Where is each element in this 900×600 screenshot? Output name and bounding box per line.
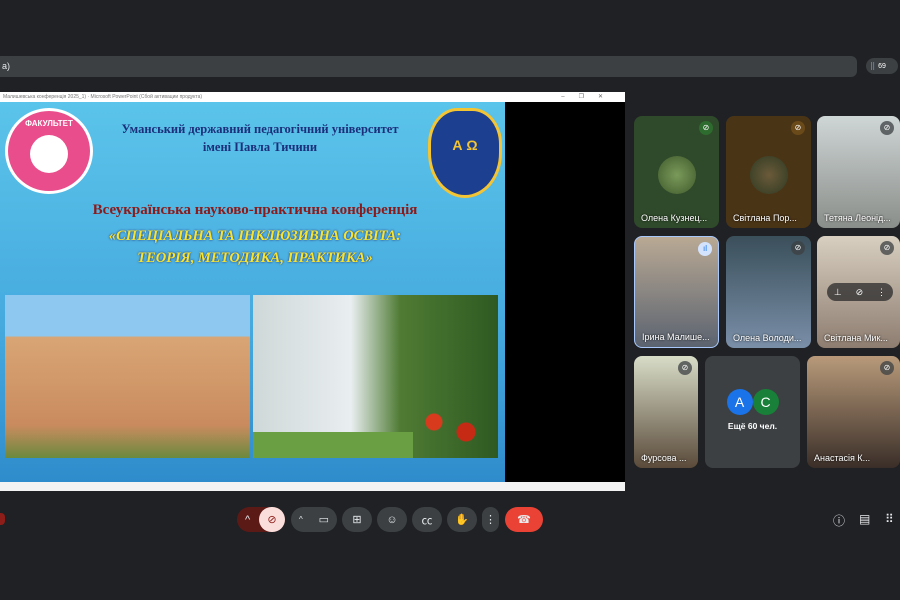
mic-toggle-button[interactable]: ⊘ [259, 507, 285, 532]
emoji-icon: ☺ [386, 513, 398, 526]
participant-tile[interactable]: ⊘ ⊥ ⊘ ⋮ Світлана Мик... [817, 236, 900, 348]
mic-off-icon: ⊘ [880, 361, 894, 375]
leave-call-button[interactable]: ☎ [505, 507, 543, 532]
avatar: C [752, 389, 779, 415]
participant-name: Тетяна Леонід... [824, 213, 891, 223]
participant-name: Ірина Малише... [642, 332, 710, 342]
participant-name: Анастасія К... [814, 453, 871, 463]
powerpoint-status-bar [0, 482, 625, 491]
participant-tile[interactable]: ⊘ Фурсова ... [634, 356, 698, 468]
participant-name: Олена Володи... [733, 333, 802, 343]
mic-off-icon: ⊘ [880, 121, 894, 135]
hand-icon: ✋ [455, 514, 469, 526]
more-participants-label: Ещё 60 чел. [727, 421, 778, 431]
meeting-title-bar: a) [0, 56, 857, 77]
faculty-logo: ФАКУЛЬТЕТ [5, 108, 93, 194]
participant-name: Світлана Пор... [733, 213, 797, 223]
info-icon[interactable]: ⓘ [833, 512, 845, 529]
participant-count: 69 [878, 62, 886, 70]
window-controls: –❐✕ [561, 94, 617, 100]
chevron-up-icon: ^ [298, 515, 303, 524]
conference-title: Всеукраїнська науково-практична конферен… [92, 202, 418, 218]
pin-icon[interactable]: ⊥ [834, 287, 842, 298]
mute-icon[interactable]: ⊘ [856, 287, 864, 298]
participant-tile[interactable]: ⊘ Олена Володи... [726, 236, 811, 348]
mic-off-icon: ⊘ [699, 121, 713, 135]
more-avatars: AC [705, 389, 800, 415]
chat-icon[interactable]: ▤ [859, 512, 870, 526]
camera-button[interactable]: ^ ▭ [291, 507, 337, 532]
more-vert-icon: ⋮ [485, 514, 496, 526]
left-edge-button[interactable] [0, 513, 5, 525]
avatar: A [726, 389, 753, 415]
screen-share: Малишевська конференція 2025_1) · Micros… [0, 92, 625, 491]
more-options-button[interactable]: ⋮ [482, 507, 499, 532]
present-button[interactable]: ⊞ [342, 507, 372, 532]
mic-off-icon: ⊘ [791, 121, 805, 135]
lawn [253, 432, 413, 458]
participant-tile[interactable]: ⊘ Світлана Пор... [726, 116, 811, 228]
present-screen-icon: ⊞ [352, 514, 362, 526]
activities-icon[interactable]: ⠿ [885, 512, 894, 526]
participants-button[interactable]: ⣿ 69 [866, 58, 898, 74]
participant-tile[interactable]: ⊘ Анастасія К... [807, 356, 900, 468]
captions-icon: ㏄ [421, 514, 433, 527]
more-options-icon[interactable]: ⋮ [877, 287, 886, 298]
hangup-icon: ☎ [517, 514, 531, 526]
reactions-button[interactable]: ☺ [377, 507, 407, 532]
viburnum-berries [410, 402, 490, 452]
chevron-up-icon: ^ [245, 513, 251, 526]
speaking-icon: ıl [698, 242, 712, 256]
participant-name: Олена Кузнец... [641, 213, 708, 223]
raise-hand-button[interactable]: ✋ [447, 507, 477, 532]
presentation-slide: ФАКУЛЬТЕТ Уманський державний педагогічн… [0, 102, 505, 482]
university-building-photo [5, 295, 250, 458]
camera-icon: ▭ [318, 514, 330, 526]
people-icon: ⣿ [870, 63, 876, 70]
captions-button[interactable]: ㏄ [412, 507, 442, 532]
mic-off-icon: ⊘ [267, 514, 277, 526]
mic-off-icon: ⊘ [880, 241, 894, 255]
window-title: Малишевська конференція 2025_1) · Micros… [3, 94, 203, 100]
university-logo: А Ω [428, 108, 502, 198]
university-name: Уманський державний педагогічний універс… [121, 122, 399, 154]
participant-name: Фурсова ... [641, 453, 687, 463]
tile-hover-controls: ⊥ ⊘ ⋮ [827, 283, 893, 301]
participant-tile[interactable]: ⊘ Тетяна Леонід... [817, 116, 900, 228]
more-participants-tile[interactable]: AC Ещё 60 чел. [705, 356, 800, 468]
participant-name: Світлана Мик... [824, 333, 888, 343]
mic-off-icon: ⊘ [791, 241, 805, 255]
conference-theme: «СПЕЦІАЛЬНА ТА ІНКЛЮЗИВНА ОСВІТА: ТЕОРІЯ,… [108, 228, 402, 266]
avatar [657, 156, 696, 195]
mic-off-icon: ⊘ [678, 361, 692, 375]
participant-tile[interactable]: ⊘ Олена Кузнец... [634, 116, 719, 228]
participant-tile[interactable]: ıl Ірина Малише... [634, 236, 719, 348]
meeting-title: a) [2, 61, 11, 71]
window-title-bar: Малишевська конференція 2025_1) · Micros… [0, 92, 625, 102]
avatar [749, 156, 788, 195]
